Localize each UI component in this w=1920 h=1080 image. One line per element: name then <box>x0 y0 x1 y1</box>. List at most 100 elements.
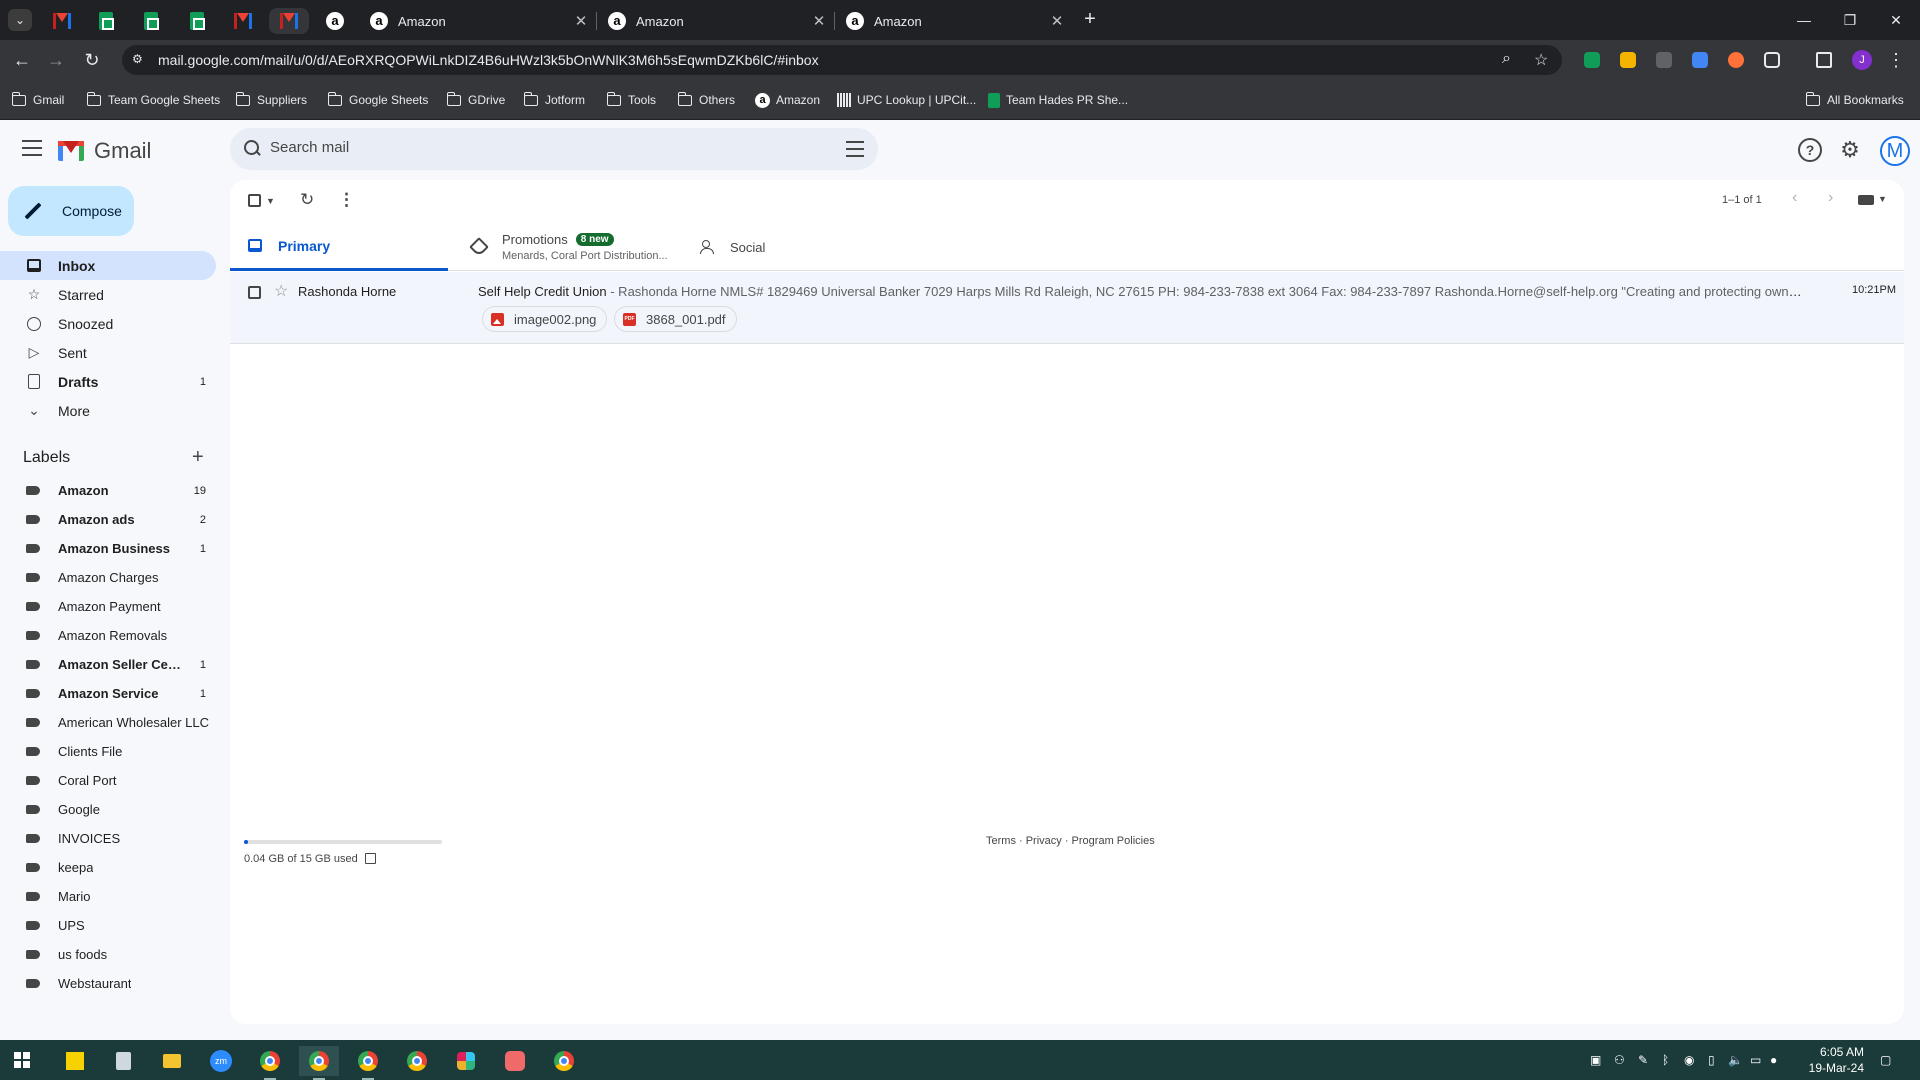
tab-search-icon[interactable]: ⌄ <box>8 9 32 31</box>
sidebar-item-snoozed[interactable]: Snoozed <box>0 309 216 338</box>
chrome-taskbar-icon[interactable] <box>299 1046 339 1080</box>
zoom-app-icon[interactable]: zm <box>201 1046 241 1076</box>
site-info-icon[interactable]: ⚙ <box>132 52 148 68</box>
label-item[interactable]: INVOICES <box>0 824 216 853</box>
profile-avatar[interactable]: J <box>1852 50 1872 70</box>
browser-tab[interactable]: a Amazon ✕ <box>836 6 1068 36</box>
select-all-checkbox[interactable]: ▼ <box>248 194 275 207</box>
sidebar-item-inbox[interactable]: Inbox <box>0 251 216 280</box>
bookmark-jotform[interactable]: Jotform <box>523 91 585 109</box>
label-item[interactable]: Clients File <box>0 737 216 766</box>
label-item[interactable]: Amazon Payment <box>0 592 216 621</box>
older-page-icon[interactable]: › <box>1828 189 1833 207</box>
pinned-tab-sheets[interactable] <box>86 8 126 34</box>
chrome-taskbar-icon[interactable] <box>544 1046 584 1076</box>
tab-social[interactable]: Social <box>700 223 765 271</box>
pinned-tab-gmail[interactable] <box>223 8 263 34</box>
extension-icon[interactable] <box>1620 52 1636 68</box>
label-item[interactable]: Amazon 19 <box>0 476 216 505</box>
chrome-taskbar-icon[interactable] <box>348 1046 388 1080</box>
newer-page-icon[interactable]: ‹ <box>1792 189 1797 207</box>
taskbar-clock[interactable]: 6:05 AM 19-Mar-24 <box>1794 1044 1864 1076</box>
tab-close-icon[interactable]: ✕ <box>570 12 592 30</box>
sidebar-item-sent[interactable]: ▷ Sent <box>0 338 216 367</box>
address-url[interactable]: mail.google.com/mail/u/0/d/AEoRXRQOPWiLn… <box>158 52 819 68</box>
label-item[interactable]: keepa <box>0 853 216 882</box>
compose-button[interactable]: Compose <box>8 186 134 236</box>
side-panel-icon[interactable] <box>1816 52 1832 68</box>
bookmark-google-sheets[interactable]: Google Sheets <box>327 91 428 109</box>
reload-icon[interactable]: ↻ <box>78 46 106 74</box>
bookmark-amazon[interactable]: a Amazon <box>755 91 820 109</box>
label-item[interactable]: Mario <box>0 882 216 911</box>
label-item[interactable]: Amazon Business 1 <box>0 534 216 563</box>
volume-icon[interactable]: 🔈 <box>1728 1053 1743 1069</box>
bookmark-tools[interactable]: Tools <box>606 91 656 109</box>
extension-icon[interactable] <box>1728 52 1744 68</box>
file-explorer-icon[interactable] <box>152 1046 192 1076</box>
create-label-plus-icon[interactable]: + <box>192 446 204 469</box>
back-arrow-icon[interactable]: ← <box>8 46 36 74</box>
star-icon[interactable]: ☆ <box>274 281 288 301</box>
gmail-logo[interactable]: Gmail <box>58 138 151 164</box>
search-icon[interactable] <box>244 140 260 156</box>
bookmark-gdrive[interactable]: GDrive <box>446 91 505 109</box>
forward-arrow-icon[interactable]: → <box>42 46 70 74</box>
asana-icon[interactable] <box>495 1046 535 1076</box>
bluetooth-icon[interactable]: ᛒ <box>1662 1053 1669 1069</box>
label-item[interactable]: Amazon Seller Cent... 1 <box>0 650 216 679</box>
tab-primary[interactable]: Primary <box>230 223 448 271</box>
label-item[interactable]: UPS <box>0 911 216 940</box>
bookmark-star-icon[interactable]: ☆ <box>1534 50 1548 70</box>
footer-links[interactable]: Terms · Privacy · Program Policies <box>986 835 1155 847</box>
notifications-icon[interactable]: ▢ <box>1880 1053 1891 1069</box>
pinned-tab-sheets[interactable] <box>131 8 171 34</box>
pen-tray-icon[interactable]: ✎ <box>1638 1053 1648 1069</box>
tab-close-icon[interactable]: ✕ <box>1046 12 1068 30</box>
bookmark-suppliers[interactable]: Suppliers <box>235 91 307 109</box>
bookmark-others[interactable]: Others <box>677 91 735 109</box>
usb-tray-icon[interactable]: ▯ <box>1708 1053 1715 1069</box>
help-icon[interactable]: ? <box>1798 138 1822 162</box>
nvidia-tray-icon[interactable]: ▣ <box>1590 1053 1601 1069</box>
pinned-tab-sheets[interactable] <box>177 8 217 34</box>
label-item[interactable]: Amazon Removals <box>0 621 216 650</box>
label-item[interactable]: Coral Port <box>0 766 216 795</box>
calculator-icon[interactable] <box>103 1046 143 1076</box>
sidebar-item-more[interactable]: ⌄ More <box>0 396 216 425</box>
extensions-puzzle-icon[interactable] <box>1764 52 1780 68</box>
windows-start-icon[interactable] <box>14 1052 30 1068</box>
address-bar[interactable]: ⚙ mail.google.com/mail/u/0/d/AEoRXRQOPWi… <box>122 45 1562 75</box>
tab-promotions[interactable]: Promotions 8 new Menards, Coral Port Dis… <box>469 223 682 271</box>
slack-icon[interactable] <box>446 1046 486 1076</box>
bookmark-team-hades[interactable]: Team Hades PR She... <box>988 91 1128 109</box>
search-input[interactable] <box>270 139 830 156</box>
tab-close-icon[interactable]: ✕ <box>808 12 830 30</box>
browser-tab[interactable]: a Amazon ✕ <box>598 6 830 36</box>
label-item[interactable]: us foods <box>0 940 216 969</box>
chrome-taskbar-icon[interactable] <box>250 1046 290 1080</box>
label-item[interactable]: Amazon ads 2 <box>0 505 216 534</box>
bookmark-gmail[interactable]: Gmail <box>11 91 64 109</box>
label-item[interactable]: American Wholesaler LLC <box>0 708 216 737</box>
email-row[interactable]: ☆ Rashonda Horne Self Help Credit Union … <box>230 272 1904 344</box>
gear-icon[interactable]: ⚙ <box>1838 138 1862 162</box>
row-checkbox[interactable] <box>248 286 261 299</box>
extension-icon[interactable] <box>1656 52 1672 68</box>
sticky-notes-icon[interactable] <box>55 1046 95 1076</box>
pinned-tab-gmail[interactable] <box>42 8 82 34</box>
chevron-down-icon[interactable]: ▼ <box>1878 194 1887 204</box>
attachment-chip[interactable]: image002.png <box>482 306 608 332</box>
label-item[interactable]: Amazon Service 1 <box>0 679 216 708</box>
pinned-tab-amazon[interactable]: a <box>315 8 355 34</box>
sidebar-item-starred[interactable]: ☆ Starred <box>0 280 216 309</box>
attachment-chip[interactable]: PDF 3868_001.pdf <box>614 306 737 332</box>
wifi-display-icon[interactable]: ▭ <box>1750 1053 1761 1069</box>
account-avatar[interactable]: M <box>1880 136 1910 166</box>
restore-button[interactable]: ❐ <box>1830 6 1870 34</box>
search-options-icon[interactable] <box>846 141 864 157</box>
open-storage-icon[interactable] <box>365 853 376 864</box>
extension-icon[interactable] <box>1584 52 1600 68</box>
sidebar-item-drafts[interactable]: Drafts 1 <box>0 367 216 396</box>
pinned-tab-gmail-active[interactable] <box>269 8 309 34</box>
